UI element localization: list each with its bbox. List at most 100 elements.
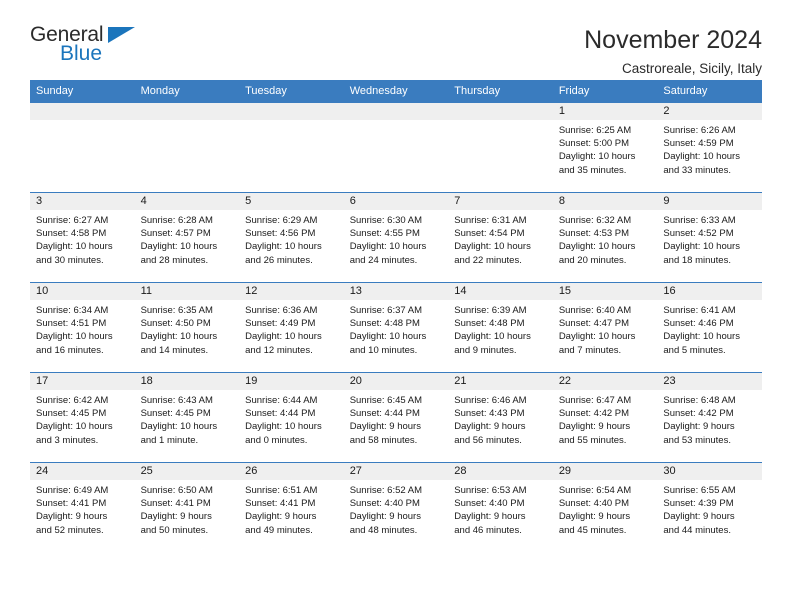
calendar-cell-day[interactable]: 10 Sunrise: 6:34 AM Sunset: 4:51 PM Dayligh… bbox=[30, 282, 135, 373]
day-detail-daylight1: Daylight: 9 hours bbox=[663, 421, 735, 433]
day-number: 4 bbox=[134, 193, 240, 210]
calendar-cell-day[interactable]: 18 Sunrise: 6:43 AM Sunset: 4:45 PM Dayligh… bbox=[134, 372, 240, 463]
day-details: Sunrise: 6:47 AM Sunset: 4:42 PM Daylight:… bbox=[553, 390, 658, 447]
day-detail-sunset: Sunset: 4:44 PM bbox=[245, 408, 316, 420]
calendar-cell-day[interactable]: 22 Sunrise: 6:47 AM Sunset: 4:42 PM Dayligh… bbox=[552, 372, 658, 463]
day-detail-daylight2: and 12 minutes. bbox=[245, 344, 313, 356]
day-number: 24 bbox=[30, 463, 135, 480]
day-details: Sunrise: 6:42 AM Sunset: 4:45 PM Daylight:… bbox=[30, 390, 135, 447]
calendar-cell-day[interactable]: 13 Sunrise: 6:37 AM Sunset: 4:48 PM Dayligh… bbox=[343, 282, 449, 373]
day-number: 16 bbox=[657, 283, 762, 300]
day-detail-daylight1: Daylight: 9 hours bbox=[454, 511, 526, 523]
calendar-week-row: 17 Sunrise: 6:42 AM Sunset: 4:45 PM Dayligh… bbox=[30, 372, 762, 463]
calendar-cell-day[interactable]: 14 Sunrise: 6:39 AM Sunset: 4:48 PM Dayligh… bbox=[448, 282, 553, 373]
calendar-cell-day[interactable]: 7 Sunrise: 6:31 AM Sunset: 4:54 PM Daylight… bbox=[448, 192, 553, 283]
day-number: 13 bbox=[343, 283, 449, 300]
day-details: Sunrise: 6:29 AM Sunset: 4:56 PM Daylight:… bbox=[239, 210, 344, 267]
calendar-cell-day[interactable]: 21 Sunrise: 6:46 AM Sunset: 4:43 PM Dayligh… bbox=[448, 372, 553, 463]
day-detail-daylight1: Daylight: 10 hours bbox=[558, 241, 636, 253]
day-detail-daylight1: Daylight: 10 hours bbox=[36, 241, 113, 253]
day-detail-daylight1: Daylight: 10 hours bbox=[245, 331, 322, 343]
day-detail-sunset: Sunset: 4:49 PM bbox=[245, 318, 316, 330]
day-detail-daylight2: and 44 minutes. bbox=[663, 524, 731, 536]
page-header: General Blue November 2024 Castroreale, … bbox=[30, 0, 762, 76]
page-title: November 2024 bbox=[584, 26, 762, 54]
calendar-cell-day[interactable]: 12 Sunrise: 6:36 AM Sunset: 4:49 PM Dayligh… bbox=[239, 282, 344, 373]
day-detail-daylight2: and 58 minutes. bbox=[349, 434, 418, 446]
calendar-cell-day[interactable]: 28 Sunrise: 6:53 AM Sunset: 4:40 PM Dayligh… bbox=[448, 462, 553, 553]
day-detail-sunrise: Sunrise: 6:33 AM bbox=[663, 215, 736, 226]
calendar-cell-day[interactable]: 4 Sunrise: 6:28 AM Sunset: 4:57 PM Daylight… bbox=[134, 192, 240, 283]
day-number bbox=[134, 103, 240, 120]
day-detail-sunrise: Sunrise: 6:29 AM bbox=[245, 215, 318, 226]
day-detail-sunrise: Sunrise: 6:48 AM bbox=[663, 395, 736, 406]
calendar-cell-day[interactable]: 23 Sunrise: 6:48 AM Sunset: 4:42 PM Dayligh… bbox=[657, 372, 762, 463]
day-detail-sunset: Sunset: 4:52 PM bbox=[663, 228, 734, 240]
calendar-cell-day[interactable]: 16 Sunrise: 6:41 AM Sunset: 4:46 PM Dayligh… bbox=[657, 282, 762, 373]
day-detail-daylight2: and 52 minutes. bbox=[36, 524, 104, 536]
calendar-cell-empty bbox=[134, 102, 240, 193]
day-details: Sunrise: 6:32 AM Sunset: 4:53 PM Daylight:… bbox=[553, 210, 658, 267]
day-number: 29 bbox=[552, 463, 658, 480]
day-detail-sunset: Sunset: 4:39 PM bbox=[663, 498, 734, 510]
day-detail-sunset: Sunset: 4:41 PM bbox=[36, 498, 107, 510]
weekday-header-friday: Friday bbox=[552, 80, 658, 103]
calendar-cell-day[interactable]: 2 Sunrise: 6:26 AM Sunset: 4:59 PM Daylight… bbox=[657, 102, 762, 193]
triangle-icon bbox=[108, 27, 135, 43]
day-detail-daylight1: Daylight: 9 hours bbox=[36, 511, 108, 523]
day-detail-daylight2: and 22 minutes. bbox=[454, 254, 522, 266]
day-detail-sunrise: Sunrise: 6:43 AM bbox=[140, 395, 213, 406]
calendar-cell-day[interactable]: 8 Sunrise: 6:32 AM Sunset: 4:53 PM Daylight… bbox=[552, 192, 658, 283]
day-number bbox=[343, 103, 449, 120]
day-detail-sunrise: Sunrise: 6:52 AM bbox=[349, 485, 423, 496]
day-detail-daylight2: and 18 minutes. bbox=[663, 254, 731, 266]
day-details: Sunrise: 6:28 AM Sunset: 4:57 PM Daylight:… bbox=[135, 210, 240, 267]
weekday-header-tuesday: Tuesday bbox=[239, 80, 344, 103]
calendar-cell-day[interactable]: 3 Sunrise: 6:27 AM Sunset: 4:58 PM Daylight… bbox=[30, 192, 135, 283]
calendar-cell-day[interactable]: 27 Sunrise: 6:52 AM Sunset: 4:40 PM Dayligh… bbox=[343, 462, 449, 553]
calendar-cell-day[interactable]: 11 Sunrise: 6:35 AM Sunset: 4:50 PM Dayligh… bbox=[134, 282, 240, 373]
calendar-cell-day[interactable]: 20 Sunrise: 6:45 AM Sunset: 4:44 PM Dayligh… bbox=[343, 372, 449, 463]
day-number: 9 bbox=[657, 193, 762, 210]
day-number: 6 bbox=[343, 193, 449, 210]
day-detail-sunrise: Sunrise: 6:31 AM bbox=[454, 215, 527, 226]
day-detail-daylight1: Daylight: 10 hours bbox=[245, 421, 322, 433]
day-detail-daylight1: Daylight: 9 hours bbox=[349, 511, 421, 523]
calendar-cell-day[interactable]: 6 Sunrise: 6:30 AM Sunset: 4:55 PM Daylight… bbox=[343, 192, 449, 283]
day-detail-daylight2: and 10 minutes. bbox=[349, 344, 418, 356]
calendar-cell-day[interactable]: 30 Sunrise: 6:55 AM Sunset: 4:39 PM Dayligh… bbox=[657, 462, 762, 553]
calendar-cell-empty bbox=[448, 102, 553, 193]
day-number: 2 bbox=[657, 103, 762, 120]
brand-logo[interactable]: General Blue bbox=[30, 24, 150, 68]
calendar-cell-day[interactable]: 26 Sunrise: 6:51 AM Sunset: 4:41 PM Dayligh… bbox=[239, 462, 344, 553]
day-details: Sunrise: 6:26 AM Sunset: 4:59 PM Daylight:… bbox=[657, 120, 762, 177]
calendar-cell-day[interactable]: 19 Sunrise: 6:44 AM Sunset: 4:44 PM Dayligh… bbox=[239, 372, 344, 463]
calendar-cell-day[interactable]: 17 Sunrise: 6:42 AM Sunset: 4:45 PM Dayligh… bbox=[30, 372, 135, 463]
day-details: Sunrise: 6:39 AM Sunset: 4:48 PM Daylight:… bbox=[448, 300, 553, 357]
calendar-cell-day[interactable]: 29 Sunrise: 6:54 AM Sunset: 4:40 PM Dayligh… bbox=[552, 462, 658, 553]
day-detail-sunset: Sunset: 4:44 PM bbox=[349, 408, 420, 420]
weekday-header-wednesday: Wednesday bbox=[343, 80, 449, 103]
day-detail-sunrise: Sunrise: 6:37 AM bbox=[349, 305, 423, 316]
calendar-cell-day[interactable]: 15 Sunrise: 6:40 AM Sunset: 4:47 PM Dayligh… bbox=[552, 282, 658, 373]
weekday-header-monday: Monday bbox=[134, 80, 240, 103]
day-detail-sunset: Sunset: 4:42 PM bbox=[558, 408, 630, 420]
day-detail-sunset: Sunset: 4:55 PM bbox=[349, 228, 420, 240]
day-detail-sunrise: Sunrise: 6:54 AM bbox=[558, 485, 632, 496]
calendar-cell-day[interactable]: 5 Sunrise: 6:29 AM Sunset: 4:56 PM Daylight… bbox=[239, 192, 344, 283]
calendar-cell-day[interactable]: 24 Sunrise: 6:49 AM Sunset: 4:41 PM Dayligh… bbox=[30, 462, 135, 553]
day-detail-sunrise: Sunrise: 6:36 AM bbox=[245, 305, 318, 316]
day-detail-sunset: Sunset: 4:46 PM bbox=[663, 318, 734, 330]
calendar-table: Sunday Monday Tuesday Wednesday Thursday… bbox=[30, 80, 762, 553]
calendar-cell-day[interactable]: 25 Sunrise: 6:50 AM Sunset: 4:41 PM Dayligh… bbox=[134, 462, 240, 553]
day-number: 23 bbox=[657, 373, 762, 390]
day-detail-daylight1: Daylight: 9 hours bbox=[663, 511, 735, 523]
calendar-cell-day[interactable]: 9 Sunrise: 6:33 AM Sunset: 4:52 PM Daylight… bbox=[657, 192, 762, 283]
weekday-header-row: Sunday Monday Tuesday Wednesday Thursday… bbox=[30, 80, 762, 103]
day-details: Sunrise: 6:45 AM Sunset: 4:44 PM Daylight:… bbox=[344, 390, 449, 447]
weekday-header-sunday: Sunday bbox=[30, 80, 135, 103]
day-number: 19 bbox=[239, 373, 344, 390]
day-details: Sunrise: 6:31 AM Sunset: 4:54 PM Daylight:… bbox=[448, 210, 553, 267]
day-details: Sunrise: 6:37 AM Sunset: 4:48 PM Daylight:… bbox=[344, 300, 449, 357]
calendar-cell-day[interactable]: 1 Sunrise: 6:25 AM Sunset: 5:00 PM Daylight… bbox=[552, 102, 658, 193]
